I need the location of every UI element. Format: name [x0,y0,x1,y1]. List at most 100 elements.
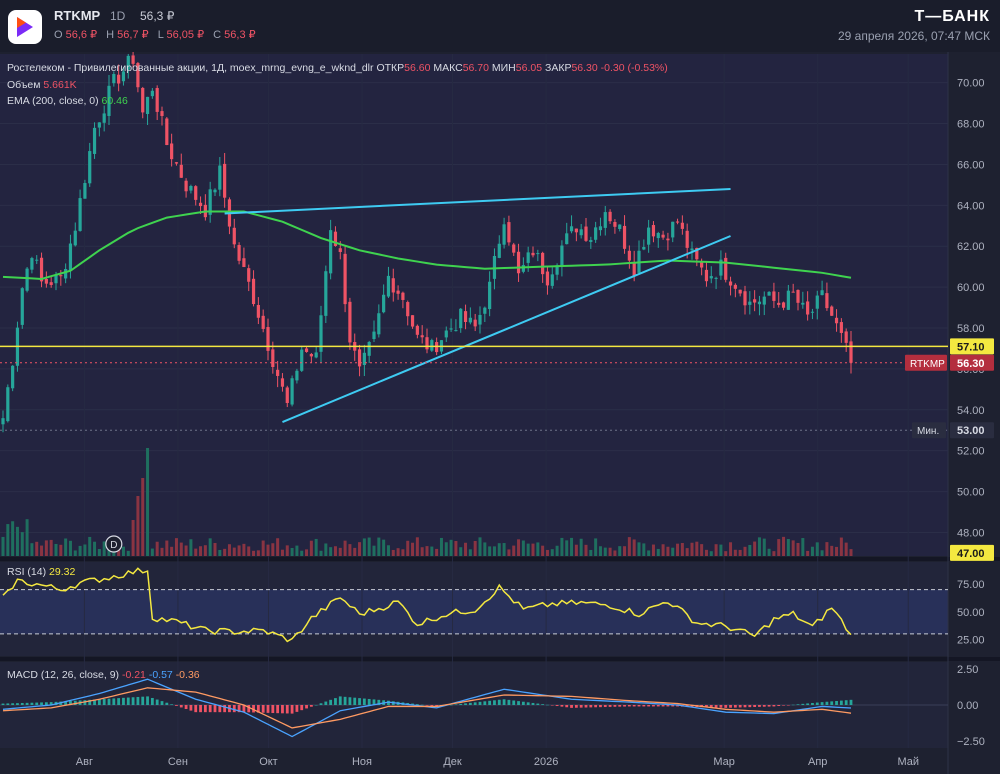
volume-bar [295,545,299,556]
volume-bar [632,539,636,556]
time-tick-label: 2026 [534,756,558,768]
rsi-legend[interactable]: RSI (14) 29.32 [7,566,75,578]
macd-legend[interactable]: MACD (12, 26, close, 9) -0.21 -0.57 -0.3… [7,669,200,681]
volume-bar [300,550,304,556]
main-panel-title: Ростелеком - Привилегированные акции, 1Д… [7,62,668,74]
volume-bar [526,543,530,556]
macd-hist-bar [565,705,569,708]
volume-bar [714,544,718,556]
candle-body [786,290,790,310]
volume-bar [767,548,771,556]
candle-body [647,227,651,245]
volume-bar [160,547,164,556]
macd-hist-value: -0.36 [175,669,200,681]
time-tick-label: Авг [76,756,93,768]
volume-bar [772,551,776,556]
price-tick-label: 52.00 [957,446,985,458]
macd-hist-bar [796,704,800,705]
candle-body [44,278,48,284]
volume-bar [531,543,535,556]
candle-body [25,268,29,291]
volume-bar [555,545,559,556]
volume-bar [642,543,646,556]
candle-body [174,162,179,164]
macd-hist-bar [719,705,723,708]
macd-hist-bar [358,698,361,705]
candle-body [849,341,853,363]
volume-bar [478,537,482,556]
time-tick-label: Мар [713,756,735,768]
candle-body [97,122,101,128]
macd-hist-bar [642,705,646,707]
price-chart[interactable]: D 70.00 68.00 66.00 64.00 62.00 60.00 58.00 56.… [0,52,1000,774]
rsi-label: RSI (14) [7,566,47,578]
candle-body [141,87,145,113]
macd-hist-bar [517,701,520,705]
volume-bar [729,542,733,556]
volume-bar [492,546,496,556]
candle-body [743,291,747,306]
candle-body [218,165,222,190]
volume-bar [603,547,607,556]
macd-hist-bar [560,705,564,707]
ticker-logo[interactable] [8,10,42,44]
macd-hist-bar [213,705,217,713]
macd-hist-bar [599,705,602,708]
macd-hist-bar [589,705,593,708]
macd-hist-bar [743,705,747,708]
candle-body [420,335,424,338]
candle-body [223,163,227,198]
volume-bar [88,536,92,556]
time-tick-label: Сен [168,756,188,768]
candle-body [521,265,525,272]
volume-bar [439,537,443,556]
candle-body [825,293,829,309]
ticker-tag: RTKMP [910,359,945,370]
macd-hist-bar [112,698,116,705]
candle-body [541,252,545,275]
candle-body [671,221,675,238]
volume-bar [541,545,545,556]
macd-hist-bar [733,705,737,708]
volume-bar [830,545,834,556]
macd-hist-bar [160,701,164,705]
volume-legend[interactable]: Объем 5.661K [7,79,77,91]
macd-hist-bar [839,700,843,705]
macd-hist-bar [30,702,34,705]
time-tick-label: Май [897,756,919,768]
macd-hist-bar [468,702,472,705]
macd-hist-bar [512,700,516,705]
candle-body [569,226,574,232]
volume-bar [141,478,145,556]
ema-value: 60.46 [101,95,128,107]
volume-bar [54,543,58,556]
volume-bar [820,550,824,556]
volume-bar [815,542,819,556]
price-tick-label: 70.00 [957,78,985,90]
candle-body [589,240,593,242]
time-tick-label: Ноя [352,756,372,768]
ticker-symbol[interactable]: RTKMP [54,8,100,23]
candle-body [160,111,164,116]
volume-bar [521,540,525,556]
macd-hist-bar [608,705,612,707]
volume-value: 5.661K [43,79,77,91]
min-tag: Мин. [917,426,939,437]
volume-bar [256,550,260,556]
timeframe[interactable]: 1D [110,9,125,23]
volume-bar [550,549,554,556]
volume-bar [1,536,5,556]
volume-bar [420,547,424,556]
macd-hist-bar [305,705,308,709]
volume-bar [849,549,853,556]
candle-body [507,222,511,243]
macd-hist-bar [247,705,251,713]
macd-hist-bar [107,698,111,705]
volume-bar [574,544,578,556]
ema-legend[interactable]: EMA (200, close, 0) 60.46 [7,95,128,107]
candle-body [276,369,280,376]
macd-hist-bar [488,700,492,705]
candle-body [565,233,569,245]
candle-body [386,275,391,297]
last-price-tag: 56.30 [957,358,985,370]
